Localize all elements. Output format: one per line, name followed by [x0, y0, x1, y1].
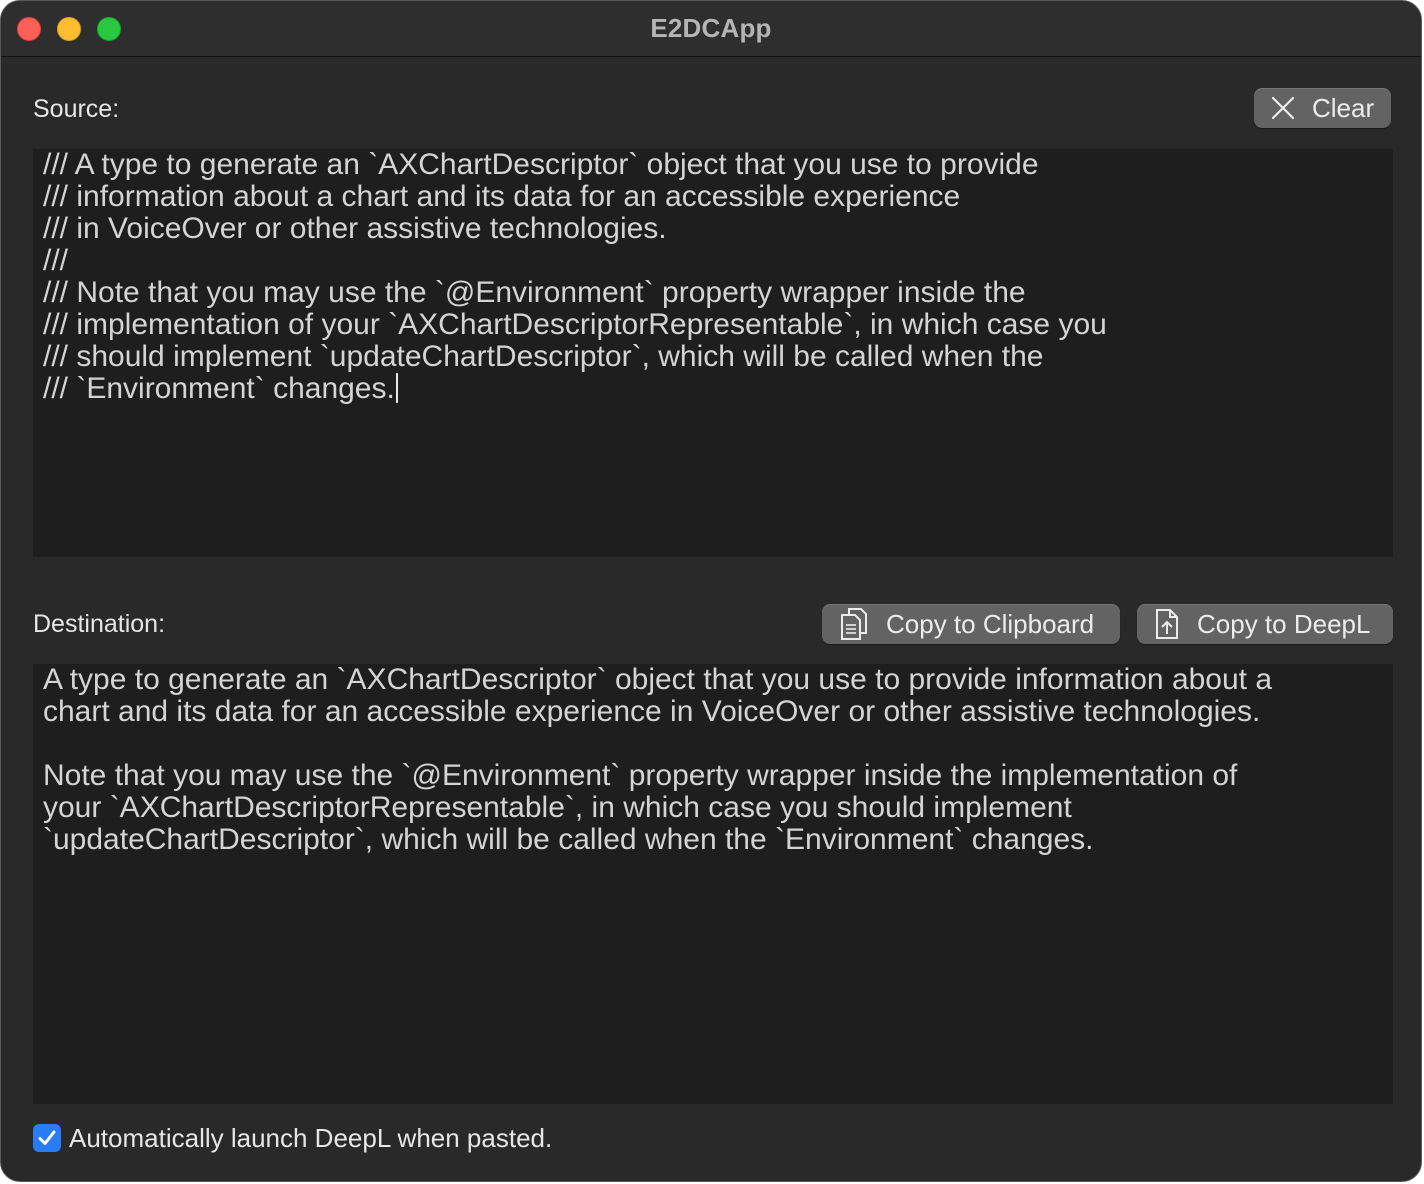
app-window: E2DCApp Source: Clear /// A type to gene…	[0, 0, 1422, 1182]
source-text: /// A type to generate an `AXChartDescri…	[43, 149, 1107, 405]
copy-to-clipboard-button[interactable]: Copy to Clipboard	[822, 604, 1120, 644]
copy-to-deepl-label: Copy to DeepL	[1197, 608, 1371, 639]
auto-launch-option[interactable]: Automatically launch DeepL when pasted.	[33, 1123, 552, 1153]
text-caret	[395, 373, 398, 403]
copy-to-clipboard-label: Copy to Clipboard	[886, 608, 1095, 639]
documents-icon	[840, 607, 868, 641]
destination-text: A type to generate an `AXChartDescriptor…	[43, 664, 1273, 856]
copy-to-deepl-button[interactable]: Copy to DeepL	[1137, 604, 1393, 644]
document-upload-icon	[1155, 608, 1179, 640]
destination-text-view[interactable]: A type to generate an `AXChartDescriptor…	[33, 664, 1393, 1104]
close-x-icon	[1270, 95, 1296, 121]
window-title: E2DCApp	[650, 13, 772, 43]
destination-label: Destination:	[33, 610, 166, 638]
source-label: Source:	[33, 95, 120, 123]
source-text-editor[interactable]: /// A type to generate an `AXChartDescri…	[33, 149, 1393, 557]
title-bar: E2DCApp	[1, 1, 1421, 57]
auto-launch-checkbox[interactable]	[33, 1124, 61, 1152]
auto-launch-label: Automatically launch DeepL when pasted.	[69, 1122, 553, 1153]
checkmark-icon	[37, 1128, 57, 1148]
clear-button-label: Clear	[1312, 92, 1375, 123]
clear-button[interactable]: Clear	[1254, 88, 1391, 128]
